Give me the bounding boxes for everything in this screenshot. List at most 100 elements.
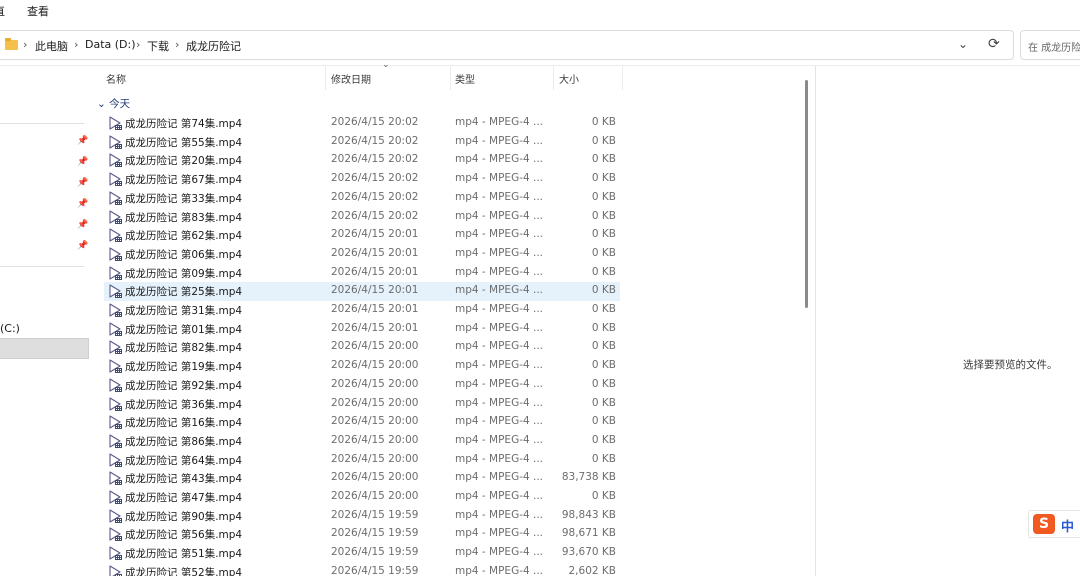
file-type: mp4 - MPEG-4 ...: [455, 116, 544, 128]
video-file-icon: [109, 191, 122, 205]
sogou-logo-icon: S: [1033, 514, 1055, 534]
file-type: mp4 - MPEG-4 ...: [455, 134, 544, 147]
menu-item-partial[interactable]: 直: [0, 3, 5, 19]
column-header-name[interactable]: 名称: [106, 71, 126, 86]
file-size: 98,671 KB: [561, 527, 616, 540]
breadcrumb-separator[interactable]: ›: [175, 38, 179, 51]
search-input[interactable]: 在 成龙历险: [1020, 30, 1080, 60]
breadcrumb-separator[interactable]: ›: [23, 38, 27, 51]
file-size: 0 KB: [591, 321, 616, 334]
video-file-icon: [109, 247, 122, 261]
chevron-down-icon[interactable]: ⌄: [958, 37, 968, 51]
file-row[interactable]: 成龙历险记 第74集.mp4 2026/4/15 20:02 mp4 - MPEG-…: [104, 114, 620, 133]
file-type: mp4 - MPEG-4 ...: [455, 471, 544, 484]
file-type: mp4 - MPEG-4 ...: [455, 359, 544, 372]
file-row[interactable]: 成龙历险记 第83集.mp4 2026/4/15 20:02 mp4 - MPEG-…: [104, 208, 620, 227]
video-file-icon: [109, 209, 122, 224]
nav-item-selected[interactable]: [0, 338, 89, 359]
file-type: mp4 - MPEG-4 ...: [455, 340, 544, 353]
group-header-today[interactable]: ⌄ 今天: [97, 96, 130, 111]
breadcrumb-separator[interactable]: ›: [74, 38, 78, 51]
file-row[interactable]: 成龙历险记 第86集.mp4 2026/4/15 20:00 mp4 - MPEG-…: [104, 432, 620, 451]
video-file-icon: [109, 135, 122, 149]
column-header-type[interactable]: 类型: [455, 71, 475, 86]
file-row[interactable]: 成龙历险记 第56集.mp4 2026/4/15 19:59 mp4 - MPEG-…: [104, 525, 620, 544]
file-row[interactable]: 成龙历险记 第47集.mp4 2026/4/15 20:00 mp4 - MPEG-…: [104, 488, 620, 507]
file-row[interactable]: 成龙历险记 第36集.mp4 2026/4/15 20:00 mp4 - MPEG-…: [104, 395, 620, 414]
file-size: 0 KB: [591, 490, 616, 502]
file-type: mp4 - MPEG-4 ...: [455, 321, 544, 334]
file-row[interactable]: 成龙历险记 第25集.mp4 2026/4/15 20:01 mp4 - MPEG-…: [104, 282, 620, 301]
column-header-date[interactable]: 修改日期: [331, 71, 371, 86]
pin-icon[interactable]: 📌: [77, 157, 88, 167]
pin-icon[interactable]: 📌: [77, 241, 88, 251]
breadcrumb-data-drive[interactable]: Data (D:): [85, 38, 136, 51]
sort-indicator-icon: ⌄: [382, 60, 390, 70]
video-file-icon: [109, 116, 122, 130]
file-modified-date: 2026/4/15 20:02: [331, 134, 419, 147]
file-row[interactable]: 成龙历险记 第52集.mp4 2026/4/15 19:59 mp4 - MPEG-…: [104, 563, 620, 576]
file-type: mp4 - MPEG-4 ...: [455, 153, 544, 166]
pin-icon[interactable]: 📌: [77, 136, 88, 146]
video-file-icon: [109, 527, 122, 542]
file-list: 名称 ⌄ 修改日期 类型 大小 ⌄ 今天 成龙历险记 第74集.mp4 2026/…: [96, 60, 808, 576]
breadcrumb-downloads[interactable]: 下载: [147, 38, 169, 54]
file-type: mp4 - MPEG-4 ...: [455, 377, 544, 390]
file-row[interactable]: 成龙历险记 第67集.mp4 2026/4/15 20:02 mp4 - MPEG-…: [104, 170, 620, 189]
file-type: mp4 - MPEG-4 ...: [455, 172, 544, 185]
file-name: 成龙历险记 第31集.mp4: [125, 305, 243, 317]
file-modified-date: 2026/4/15 20:01: [331, 265, 419, 278]
column-divider[interactable]: [622, 66, 623, 90]
file-row[interactable]: 成龙历险记 第43集.mp4 2026/4/15 20:00 mp4 - MPEG-…: [104, 469, 620, 488]
breadcrumb-separator[interactable]: ›: [136, 38, 140, 51]
pin-icon[interactable]: 📌: [77, 220, 88, 230]
column-divider[interactable]: [553, 66, 554, 90]
file-type: mp4 - MPEG-4 ...: [455, 452, 544, 465]
file-row[interactable]: 成龙历险记 第55集.mp4 2026/4/15 20:02 mp4 - MPEG-…: [104, 133, 620, 152]
breadcrumb-current-folder[interactable]: 成龙历险记: [186, 38, 241, 54]
vertical-scrollbar[interactable]: [800, 66, 815, 576]
file-size: 0 KB: [591, 116, 616, 128]
file-row[interactable]: 成龙历险记 第62集.mp4 2026/4/15 20:01 mp4 - MPEG-…: [104, 226, 620, 245]
file-type: mp4 - MPEG-4 ...: [455, 490, 544, 502]
chevron-down-icon[interactable]: ⌄: [97, 98, 106, 110]
file-row[interactable]: 成龙历险记 第31集.mp4 2026/4/15 20:01 mp4 - MPEG-…: [104, 301, 620, 320]
scrollbar-thumb[interactable]: [805, 80, 808, 308]
file-size: 0 KB: [591, 340, 616, 353]
file-row[interactable]: 成龙历险记 第33集.mp4 2026/4/15 20:02 mp4 - MPEG-…: [104, 189, 620, 208]
file-row[interactable]: 成龙历险记 第19集.mp4 2026/4/15 20:00 mp4 - MPEG-…: [104, 357, 620, 376]
file-row[interactable]: 成龙历险记 第01集.mp4 2026/4/15 20:01 mp4 - MPEG-…: [104, 320, 620, 339]
search-placeholder: 在 成龙历险: [1028, 43, 1080, 54]
file-row[interactable]: 成龙历险记 第90集.mp4 2026/4/15 19:59 mp4 - MPEG-…: [104, 507, 620, 526]
video-file-icon: [109, 509, 122, 523]
refresh-icon[interactable]: ⟳: [988, 36, 1000, 52]
file-row[interactable]: 成龙历险记 第51集.mp4 2026/4/15 19:59 mp4 - MPEG-…: [104, 544, 620, 563]
file-size: 0 KB: [591, 209, 616, 222]
file-size: 0 KB: [591, 265, 616, 278]
pin-icon[interactable]: 📌: [77, 178, 88, 188]
file-row[interactable]: 成龙历险记 第82集.mp4 2026/4/15 20:00 mp4 - MPEG-…: [104, 338, 620, 357]
address-bar[interactable]: › 此电脑 › Data (D:) › 下载 › 成龙历险记 ⌄ ⟳: [0, 30, 1014, 60]
file-name: 成龙历险记 第92集.mp4: [125, 379, 243, 392]
video-file-icon: [109, 340, 122, 355]
video-file-icon: [109, 378, 122, 392]
pin-icon[interactable]: 📌: [77, 199, 88, 209]
file-row[interactable]: 成龙历险记 第16集.mp4 2026/4/15 20:00 mp4 - MPEG-…: [104, 413, 620, 432]
file-row[interactable]: 成龙历险记 第20集.mp4 2026/4/15 20:02 mp4 - MPEG-…: [104, 151, 620, 170]
column-header-size[interactable]: 大小: [559, 71, 579, 86]
ime-mode-label[interactable]: 中: [1061, 516, 1074, 535]
ime-indicator[interactable]: S 中: [1028, 510, 1080, 538]
nav-item-c-drive[interactable]: (C:): [0, 322, 20, 335]
file-row[interactable]: 成龙历险记 第92集.mp4 2026/4/15 20:00 mp4 - MPEG-…: [104, 376, 620, 395]
breadcrumb-this-pc[interactable]: 此电脑: [35, 38, 68, 54]
preview-message: 选择要预览的文件。: [963, 359, 1058, 371]
column-divider[interactable]: [325, 66, 326, 90]
file-row[interactable]: 成龙历险记 第64集.mp4 2026/4/15 20:00 mp4 - MPEG-…: [104, 451, 620, 470]
column-divider[interactable]: [450, 66, 451, 90]
file-modified-date: 2026/4/15 20:02: [331, 153, 419, 166]
video-file-icon: [109, 546, 122, 561]
file-name: 成龙历险记 第74集.mp4: [125, 118, 243, 130]
file-row[interactable]: 成龙历险记 第09集.mp4 2026/4/15 20:01 mp4 - MPEG-…: [104, 264, 620, 283]
file-row[interactable]: 成龙历险记 第06集.mp4 2026/4/15 20:01 mp4 - MPEG-…: [104, 245, 620, 264]
menu-item-view[interactable]: 查看: [27, 3, 49, 19]
